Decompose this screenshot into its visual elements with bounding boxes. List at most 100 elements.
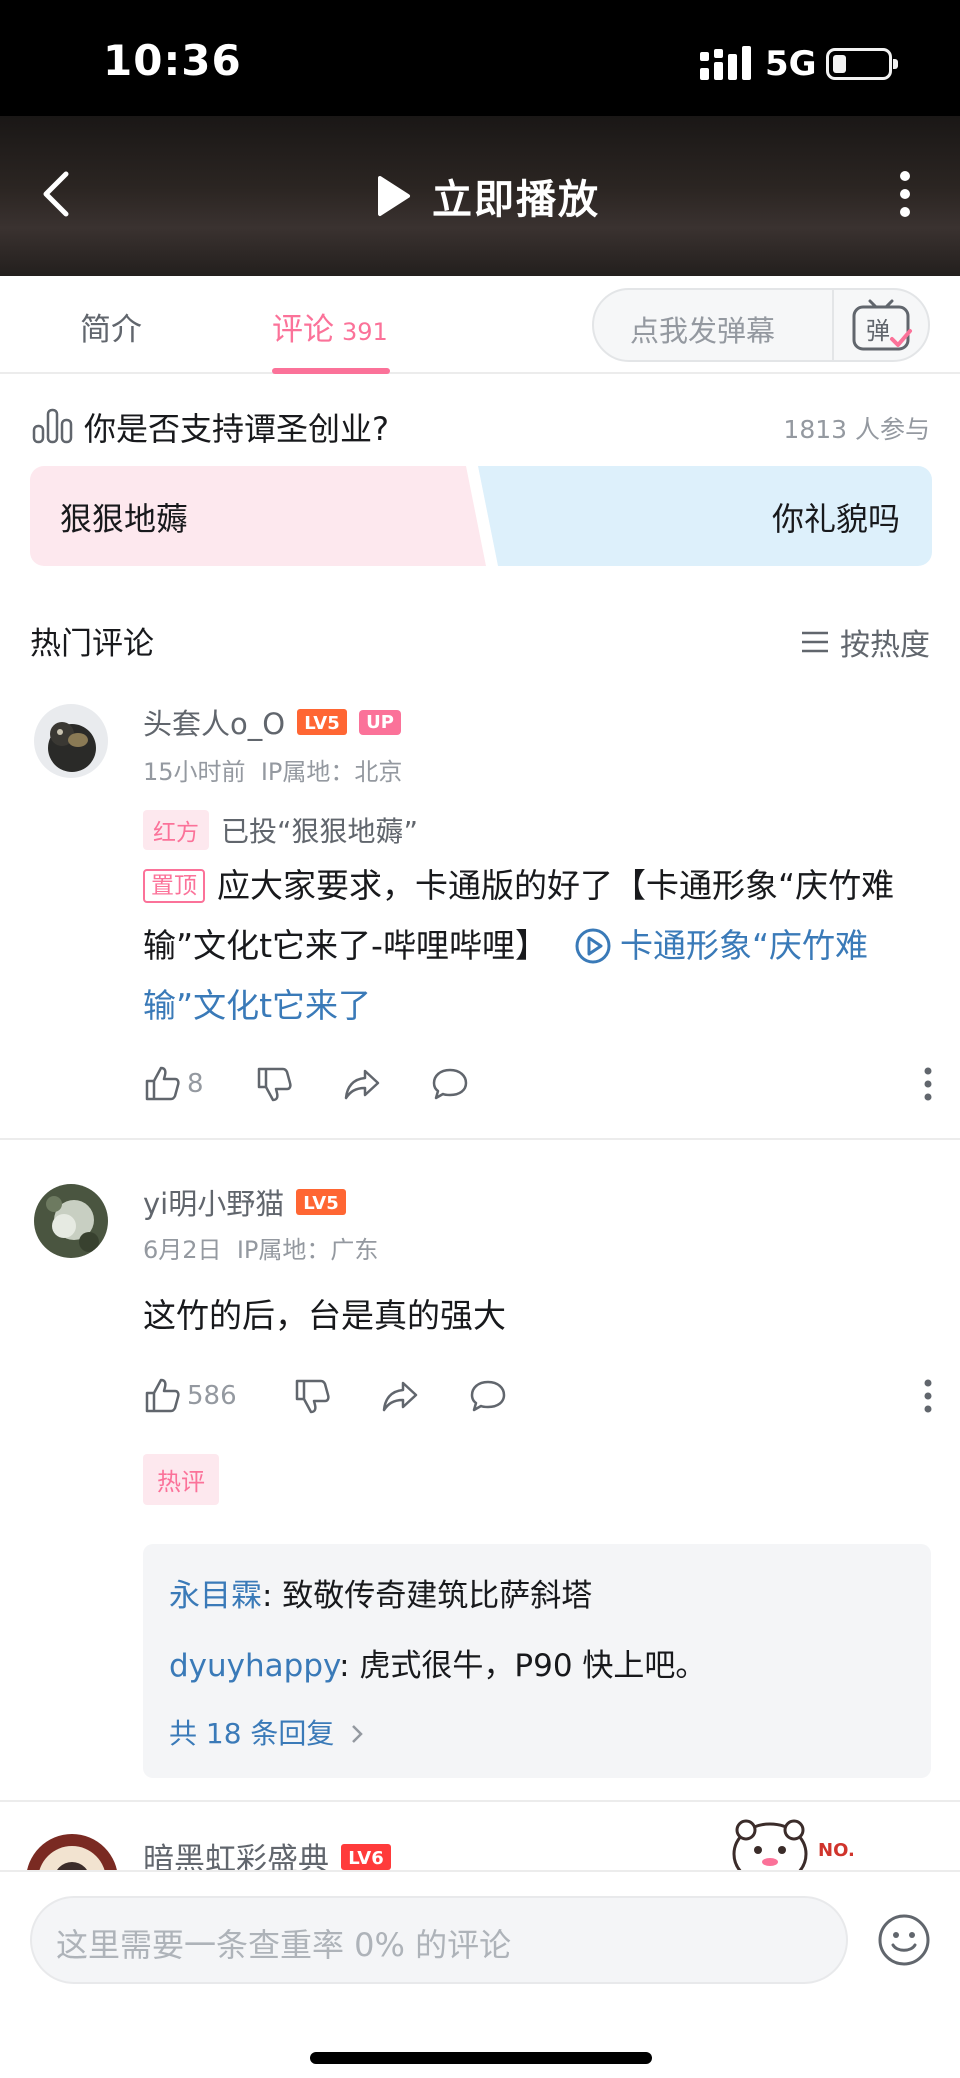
like-count: 8: [187, 1069, 204, 1099]
comment-more-icon[interactable]: [923, 1066, 933, 1102]
comment-item-partial: 暗黑虹彩盛典 LV6 NO.: [0, 1800, 960, 1870]
thumbs-down-icon: [295, 1379, 330, 1414]
comment-time: 6月2日: [143, 1236, 222, 1264]
avatar[interactable]: [24, 1832, 120, 1870]
reply-username[interactable]: dyuyhappy: [169, 1648, 339, 1684]
comment-author-row: 头套人o_O LV5 UP: [143, 702, 401, 742]
comment-input-bar: 这里需要一条查重率 0% 的评论: [0, 1870, 960, 2078]
poll-option-blue[interactable]: 你礼貌吗: [478, 466, 932, 566]
reply-item: 永目霖: 致敬传奇建筑比萨斜塔: [169, 1570, 592, 1615]
poll-option-red[interactable]: 狠狠地薅: [30, 466, 486, 566]
more-options-icon[interactable]: [898, 170, 912, 218]
reply-button[interactable]: [469, 1374, 507, 1418]
hot-comments-title: 热门评论: [30, 626, 154, 662]
reply-username[interactable]: 永目霖: [169, 1578, 262, 1614]
comment-body: 这竹的后，台是真的强大: [143, 1296, 506, 1335]
chevron-right-icon: [352, 1725, 364, 1743]
danmaku-divider: [832, 290, 834, 360]
comment-count: 391: [342, 318, 388, 346]
danmaku-placeholder: 点我发弹幕: [630, 314, 776, 348]
reply-preview[interactable]: 永目霖: 致敬传奇建筑比萨斜塔 dyuyhappy: 虎式很牛，P90 快上吧。…: [143, 1544, 931, 1778]
reply-item: dyuyhappy: 虎式很牛，P90 快上吧。: [169, 1640, 706, 1685]
comment-time: 15小时前: [143, 758, 246, 786]
video-link-icon: [575, 928, 611, 964]
fan-badge-text: NO.: [818, 1840, 855, 1861]
hot-comments-header: 热门评论 按热度: [30, 618, 930, 664]
pinned-tag: 置顶: [143, 869, 205, 903]
emoji-icon[interactable]: [876, 1912, 932, 1968]
comment-username[interactable]: 头套人o_O: [143, 701, 285, 743]
comment-username[interactable]: yi明小野猫: [143, 1181, 284, 1223]
comment-ip: IP属地：北京: [260, 758, 403, 786]
dislike-button[interactable]: [293, 1374, 331, 1418]
comment-text: 这竹的后，台是真的强大: [143, 1286, 933, 1346]
comment-username[interactable]: 暗黑虹彩盛典: [143, 1834, 329, 1870]
thumbs-up-icon: [145, 1066, 180, 1101]
comment-more-icon[interactable]: [923, 1378, 933, 1414]
status-bar: 10:36 5G: [0, 0, 960, 116]
comment-text: 置顶 应大家要求，卡通版的好了【卡通形象“庆竹难输”文化t它来了-哔哩哔哩】 卡通…: [143, 856, 933, 1036]
like-count: 586: [187, 1381, 237, 1411]
comment-bubble-icon: [470, 1380, 506, 1412]
comment-input[interactable]: 这里需要一条查重率 0% 的评论: [30, 1896, 848, 1984]
share-button[interactable]: [381, 1374, 419, 1418]
tab-intro[interactable]: 简介: [80, 304, 142, 349]
comment-input-placeholder: 这里需要一条查重率 0% 的评论: [56, 1926, 512, 1964]
dislike-button[interactable]: [255, 1062, 293, 1106]
vote-row: 红方 已投“狠狠地薅”: [143, 810, 418, 850]
avatar[interactable]: [34, 704, 108, 778]
video-header: 立即播放: [0, 116, 960, 276]
poll-participants: 1813 人参与: [783, 415, 930, 444]
vote-side-tag: 红方: [143, 810, 209, 850]
reply-button[interactable]: [431, 1062, 469, 1106]
network-type: 5G: [765, 44, 817, 84]
comment-meta: 6月2日 IP属地：广东: [143, 1230, 378, 1265]
sort-button[interactable]: 按热度: [800, 620, 930, 664]
level-badge-icon: LV6: [341, 1843, 391, 1870]
sort-label: 按热度: [840, 628, 930, 663]
comment-actions: 586: [143, 1374, 933, 1418]
active-tab-indicator: [272, 368, 390, 374]
poll-header: 你是否支持谭圣创业? 1813 人参与: [32, 404, 932, 450]
level-badge-icon: LV5: [296, 1189, 347, 1215]
cellular-signal-icon: [700, 46, 751, 80]
poll-chart-icon: [32, 408, 73, 444]
svg-text:LV5: LV5: [304, 713, 339, 734]
play-now-button[interactable]: 立即播放: [376, 170, 600, 223]
back-arrow-icon[interactable]: [36, 168, 76, 220]
like-button[interactable]: 8: [143, 1062, 204, 1106]
svg-text:LV5: LV5: [304, 1193, 339, 1214]
reply-text: : 虎式很牛，P90 快上吧。: [339, 1648, 707, 1684]
tab-bar: 简介 评论 391 点我发弹幕 弹: [0, 276, 960, 374]
reply-text: : 致敬传奇建筑比萨斜塔: [262, 1578, 593, 1614]
play-now-label: 立即播放: [432, 177, 600, 223]
avatar[interactable]: [34, 1184, 108, 1258]
comment-meta: 15小时前 IP属地：北京: [143, 752, 402, 787]
like-button[interactable]: 586: [143, 1374, 237, 1418]
thumbs-down-icon: [257, 1067, 292, 1102]
poll-option-blue-label: 你礼貌吗: [771, 500, 900, 538]
status-time: 10:36: [103, 36, 242, 85]
sort-menu-icon: [802, 631, 828, 653]
poll-option-red-label: 狠狠地薅: [60, 500, 189, 538]
view-all-replies-label: 共 18 条回复: [169, 1717, 335, 1750]
thumbs-up-icon: [145, 1378, 180, 1413]
danmaku-toggle-icon[interactable]: 弹: [848, 299, 916, 353]
view-all-replies-link[interactable]: 共 18 条回复: [169, 1712, 365, 1752]
poll-options: 狠狠地薅 你礼貌吗: [30, 466, 932, 566]
level-badge-icon: LV5: [297, 709, 348, 735]
tab-comments[interactable]: 评论 391: [272, 304, 388, 349]
comment-actions: 8: [143, 1062, 933, 1106]
share-button[interactable]: [343, 1062, 381, 1106]
hot-comment-tag: 热评: [143, 1454, 219, 1505]
battery-icon: [826, 48, 898, 80]
comment-divider: [0, 1138, 960, 1140]
danmaku-input[interactable]: 点我发弹幕 弹: [592, 288, 930, 362]
comment-ip: IP属地：广东: [236, 1236, 379, 1264]
svg-text:LV6: LV6: [348, 1848, 383, 1869]
comment-bubble-icon: [432, 1068, 468, 1100]
tab-comments-label: 评论: [272, 312, 334, 348]
danmaku-button-text: 弹: [866, 317, 890, 345]
vote-text: 已投“狠狠地薅”: [221, 815, 419, 848]
home-indicator: [310, 2052, 652, 2064]
